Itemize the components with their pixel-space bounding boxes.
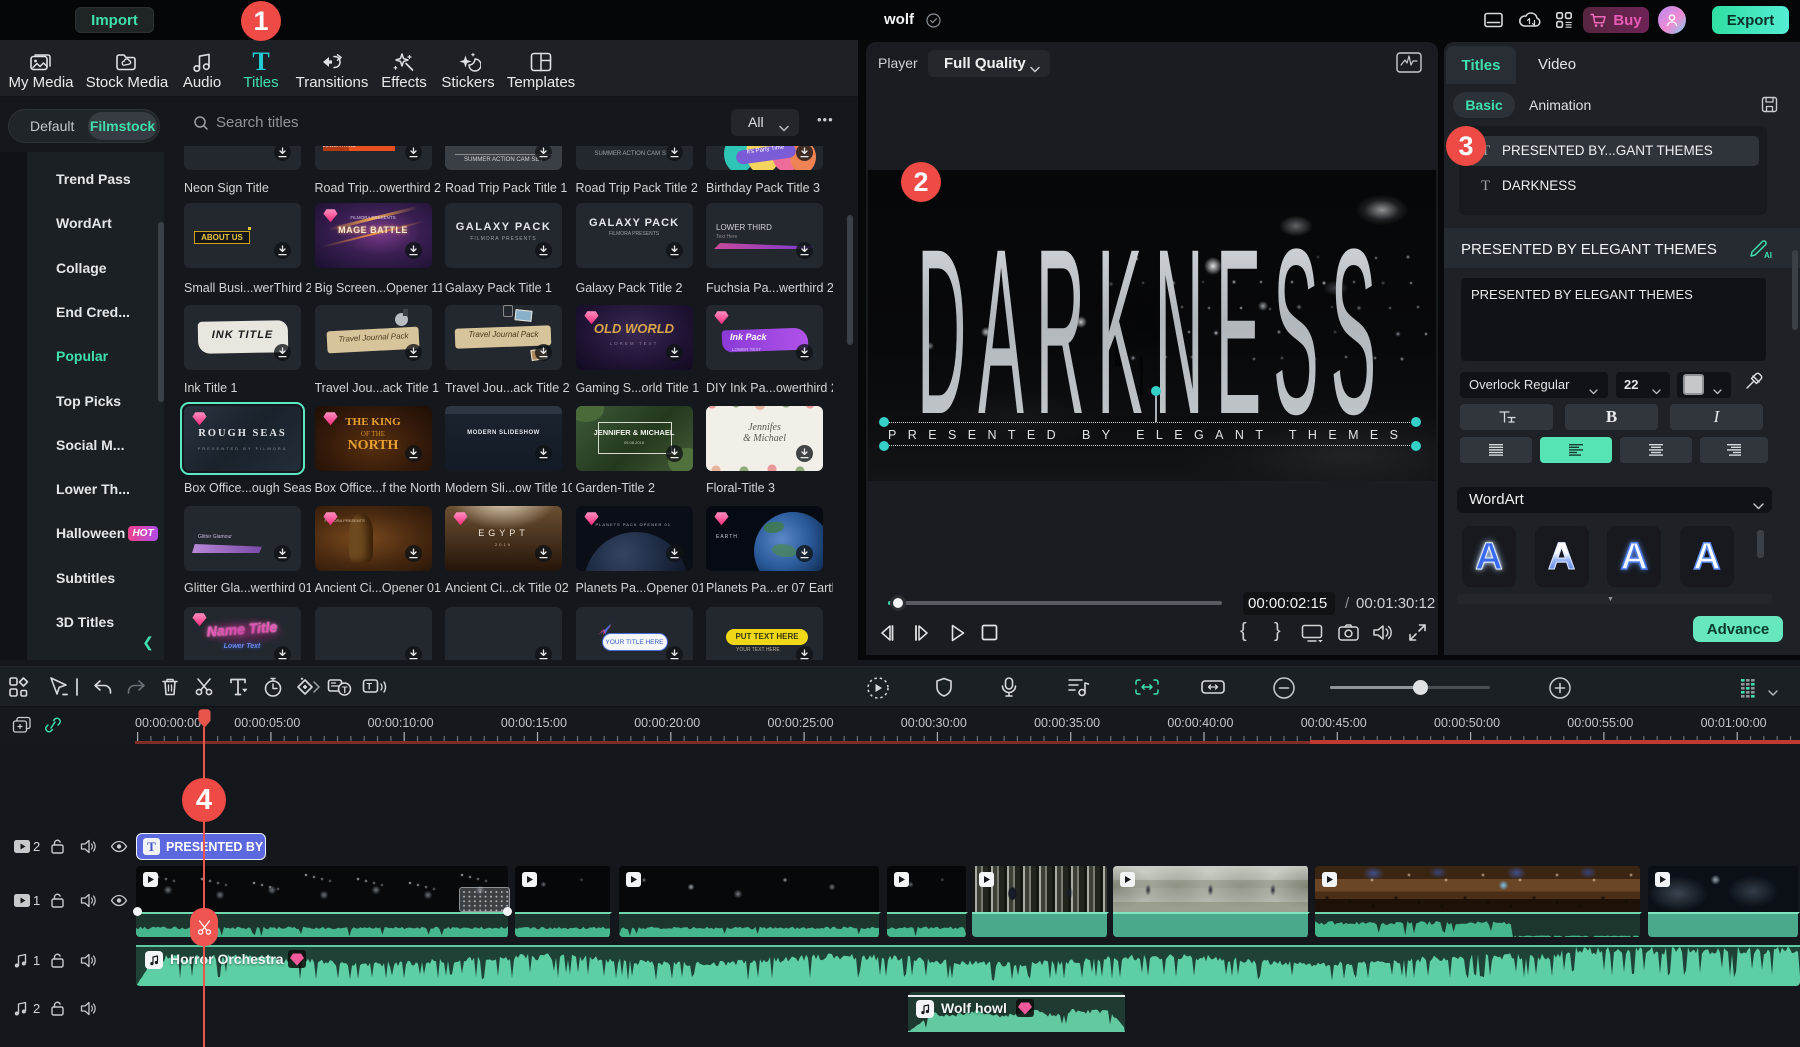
svg-text:T: T xyxy=(367,682,373,692)
svg-text:PRESENTED BY ELEGANT THEMES: PRESENTED BY ELEGANT THEMES xyxy=(888,428,1406,442)
svg-text:T: T xyxy=(342,685,348,695)
